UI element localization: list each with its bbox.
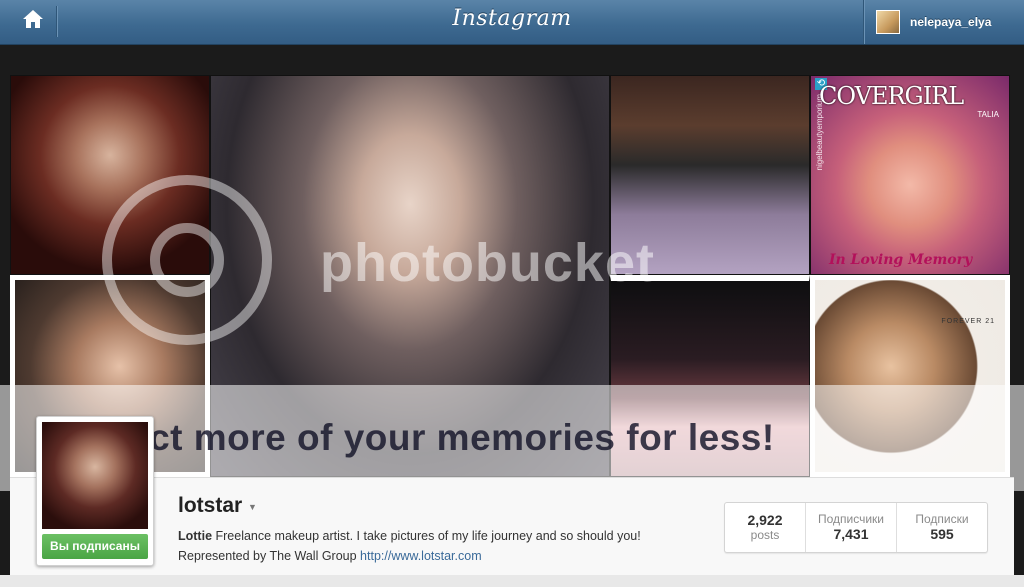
chevron-down-icon[interactable]: ▼ xyxy=(248,502,257,512)
photo-tile[interactable] xyxy=(10,75,210,275)
covergirl-subtitle: TALIA xyxy=(977,110,999,119)
profile-header: Вы подписаны lotstar ▼ Lottie Freelance … xyxy=(10,416,1014,576)
bio-name: Lottie xyxy=(178,529,213,543)
bio-line-2: Represented by The Wall Group xyxy=(178,549,361,563)
profile-avatar-card: Вы подписаны xyxy=(36,416,154,566)
website-link[interactable]: http://www.lotstar.com xyxy=(360,549,482,563)
bio-text: Freelance makeup artist. I take pictures… xyxy=(212,529,641,543)
page-footer-strip xyxy=(0,575,1024,587)
followers-label: Подписчики xyxy=(817,512,884,526)
photo-tile[interactable]: FOREVER 21 xyxy=(810,275,1010,477)
brand-text: FOREVER 21 xyxy=(941,318,995,325)
photo-tile[interactable] xyxy=(610,275,810,477)
profile-username: lotstar xyxy=(178,494,243,517)
top-navigation-bar: Instagram nelepaya_elya xyxy=(0,0,1024,45)
posts-label: posts xyxy=(750,528,780,542)
following-stat[interactable]: Подписки 595 xyxy=(896,503,987,552)
followers-stat[interactable]: Подписчики 7,431 xyxy=(805,503,896,552)
followers-count: 7,431 xyxy=(833,526,869,542)
photo-grid: ⟲ nigelbeautyemporium COVERGIRL TALIA In… xyxy=(10,75,1010,477)
user-menu[interactable]: nelepaya_elya xyxy=(863,0,1024,44)
profile-avatar[interactable] xyxy=(42,422,148,529)
posts-stat[interactable]: 2,922 posts xyxy=(725,503,805,552)
posts-count: 2,922 xyxy=(747,512,783,528)
following-button[interactable]: Вы подписаны xyxy=(42,534,148,559)
user-avatar xyxy=(876,10,900,34)
current-username: nelepaya_elya xyxy=(910,15,992,29)
covergirl-logo-text: COVERGIRL xyxy=(819,82,964,110)
following-label: Подписки xyxy=(915,512,969,526)
following-count: 595 xyxy=(930,526,954,542)
photo-tile-featured[interactable] xyxy=(210,75,610,477)
photo-tile-covergirl[interactable]: ⟲ nigelbeautyemporium COVERGIRL TALIA In… xyxy=(810,75,1010,275)
profile-stats: 2,922 posts Подписчики 7,431 Подписки 59… xyxy=(724,502,988,553)
photo-tile[interactable] xyxy=(610,75,810,275)
memorial-caption: In Loving Memory xyxy=(829,252,973,268)
profile-bio: Lottie Freelance makeup artist. I take p… xyxy=(178,526,641,566)
